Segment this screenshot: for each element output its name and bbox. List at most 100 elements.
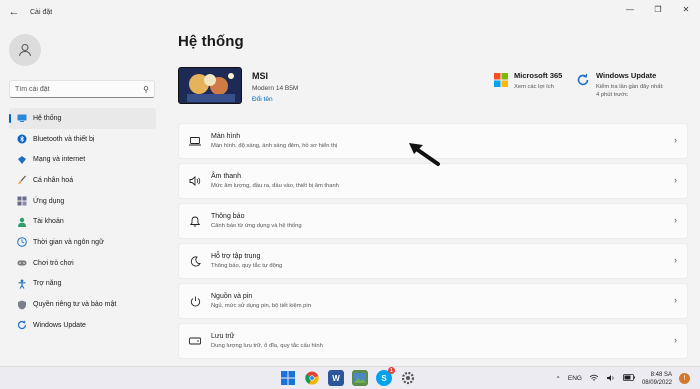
wifi-icon <box>17 155 27 165</box>
apps-icon <box>17 196 27 206</box>
sidebar-item-system[interactable]: Hệ thống <box>9 108 156 129</box>
sidebar-nav: Hệ thống Bluetooth và thiết bị Mạng và i… <box>9 108 156 336</box>
back-arrow-icon[interactable]: ← <box>0 0 28 24</box>
skype-notification-badge: 1 <box>388 367 395 374</box>
language-indicator[interactable]: ENG <box>568 375 582 382</box>
taskbar-apps: W S 1 <box>280 367 424 386</box>
microsoft-365-title: Microsoft 365 <box>514 71 563 80</box>
accessibility-icon <box>17 279 27 289</box>
sidebar-item-gaming[interactable]: Chơi trò chơi <box>9 253 156 274</box>
search-input[interactable] <box>15 85 144 93</box>
card-power-battery[interactable]: Nguồn và pin Ngủ, mức sử dụng pin, bộ ti… <box>178 283 688 319</box>
annotation-arrow-icon <box>409 143 440 166</box>
card-storage[interactable]: Lưu trữ Dung lượng lưu trữ, ổ đĩa, quy t… <box>178 323 688 359</box>
bluetooth-icon <box>17 134 27 144</box>
settings-gear-icon[interactable] <box>400 370 416 386</box>
microsoft-logo-icon <box>494 73 508 87</box>
globe-clock-icon <box>17 237 27 248</box>
card-title: Nguồn và pin <box>211 293 253 300</box>
sidebar-item-label: Tài khoản <box>33 218 64 226</box>
card-title: Lưu trữ <box>211 333 235 340</box>
sidebar-item-privacy-security[interactable]: Quyền riêng tư và bảo mật <box>9 294 156 315</box>
gamepad-icon <box>17 258 27 268</box>
window-controls: — ❐ ✕ <box>616 0 700 18</box>
title-bar: ← Cài đặt — ❐ ✕ <box>0 0 700 24</box>
microsoft-365-subtitle: Xem các lợi ích <box>514 84 554 90</box>
skype-icon[interactable]: S 1 <box>376 367 395 386</box>
chevron-right-icon: › <box>674 215 677 225</box>
clock-date: 08/09/2022 <box>641 379 672 386</box>
speaker-icon <box>189 175 201 187</box>
moon-icon <box>189 255 201 267</box>
sidebar-item-apps[interactable]: Ứng dụng <box>9 191 156 212</box>
sidebar-item-label: Hệ thống <box>33 114 62 122</box>
sidebar-item-windows-update[interactable]: Windows Update <box>9 315 156 336</box>
chevron-right-icon: › <box>674 335 677 345</box>
windows-update-subtitle-line1: Kiểm tra lần gần đây nhất: <box>596 84 664 90</box>
rename-link[interactable]: Đổi tên <box>252 96 273 103</box>
photos-icon[interactable] <box>352 370 368 386</box>
microsoft-365-tile[interactable]: Microsoft 365 Xem các lợi ích <box>494 71 562 91</box>
card-title: Âm thanh <box>211 173 241 180</box>
chevron-right-icon: › <box>674 295 677 305</box>
sidebar-item-personalization[interactable]: Cá nhân hoá <box>9 170 156 191</box>
card-subtitle: Thông báo, quy tắc tự động <box>211 263 283 269</box>
sidebar-item-time-language[interactable]: Thời gian và ngôn ngữ <box>9 232 156 253</box>
card-subtitle: Mức âm lượng, đầu ra, đầu vào, thiết bị … <box>211 183 339 189</box>
chrome-icon[interactable] <box>304 370 320 386</box>
sidebar-item-label: Trợ năng <box>33 280 62 288</box>
windows-update-subtitle: Kiểm tra lần gần đây nhất: 4 phút trước <box>596 83 664 99</box>
windows-update-title: Windows Update <box>596 71 657 80</box>
windows-update-subtitle-line2: 4 phút trước <box>596 92 628 98</box>
sidebar-item-accessibility[interactable]: Trợ năng <box>9 274 156 295</box>
minimize-icon[interactable]: — <box>616 0 644 18</box>
shield-icon <box>17 300 27 310</box>
restore-icon[interactable]: ❐ <box>644 0 672 18</box>
notification-icon[interactable]: ! <box>679 373 690 384</box>
clock[interactable]: 8:48 SA 08/09/2022 <box>642 371 672 387</box>
monitor-icon <box>17 113 27 123</box>
card-subtitle: Dung lượng lưu trữ, ổ đĩa, quy tắc cấu h… <box>211 343 323 349</box>
card-subtitle: Màn hình, độ sáng, ánh sáng đêm, hồ sơ h… <box>211 143 338 149</box>
windows-start-icon[interactable] <box>280 370 296 386</box>
chevron-right-icon: › <box>674 255 677 265</box>
card-title: Màn hình <box>211 133 241 140</box>
avatar[interactable] <box>9 34 41 66</box>
wifi-tray-icon[interactable] <box>589 374 599 384</box>
app-title: Cài đặt <box>30 8 53 16</box>
card-notifications[interactable]: Thông báo Cảnh báo từ ứng dụng và hệ thố… <box>178 203 688 239</box>
storage-icon <box>189 335 201 347</box>
update-icon <box>577 73 589 86</box>
card-subtitle: Ngủ, mức sử dụng pin, bộ tiết kiệm pin <box>211 303 311 309</box>
user-icon <box>19 44 31 57</box>
close-icon[interactable]: ✕ <box>672 0 700 18</box>
word-icon[interactable]: W <box>328 370 344 386</box>
volume-tray-icon[interactable] <box>606 374 616 384</box>
page-title: Hệ thống <box>178 33 244 50</box>
sidebar-item-accounts[interactable]: Tài khoản <box>9 211 156 232</box>
device-name: MSI <box>252 71 269 81</box>
card-sound[interactable]: Âm thanh Mức âm lượng, đầu ra, đầu vào, … <box>178 163 688 199</box>
laptop-icon <box>189 135 201 147</box>
sidebar-item-label: Ứng dụng <box>33 197 65 205</box>
sidebar-item-network[interactable]: Mạng và internet <box>9 149 156 170</box>
sidebar-item-label: Bluetooth và thiết bị <box>33 135 95 143</box>
card-focus-assist[interactable]: Hỗ trợ tập trung Thông báo, quy tắc tự đ… <box>178 243 688 279</box>
battery-tray-icon[interactable] <box>623 374 635 383</box>
person-icon <box>17 217 27 227</box>
device-model: Modern 14 B5M <box>252 85 299 92</box>
sidebar-item-bluetooth[interactable]: Bluetooth và thiết bị <box>9 129 156 150</box>
chevron-right-icon: › <box>674 135 677 145</box>
taskbar: W S 1 ⌃ ENG 8:48 SA 08/09/2022 ! <box>0 366 700 389</box>
windows-update-tile[interactable]: Windows Update Kiểm tra lần gần đây nhất… <box>576 71 664 99</box>
search-box[interactable]: ⚲ <box>9 80 155 98</box>
device-wallpaper-thumbnail <box>178 67 242 104</box>
sidebar-item-label: Quyền riêng tư và bảo mật <box>33 301 117 309</box>
search-icon[interactable]: ⚲ <box>143 85 149 94</box>
sidebar-item-label: Thời gian và ngôn ngữ <box>33 238 104 246</box>
brush-icon <box>17 175 27 185</box>
power-icon <box>189 295 201 307</box>
sidebar-item-label: Mạng và internet <box>33 156 86 164</box>
chevron-right-icon: › <box>674 175 677 185</box>
chevron-up-icon[interactable]: ⌃ <box>555 375 560 383</box>
